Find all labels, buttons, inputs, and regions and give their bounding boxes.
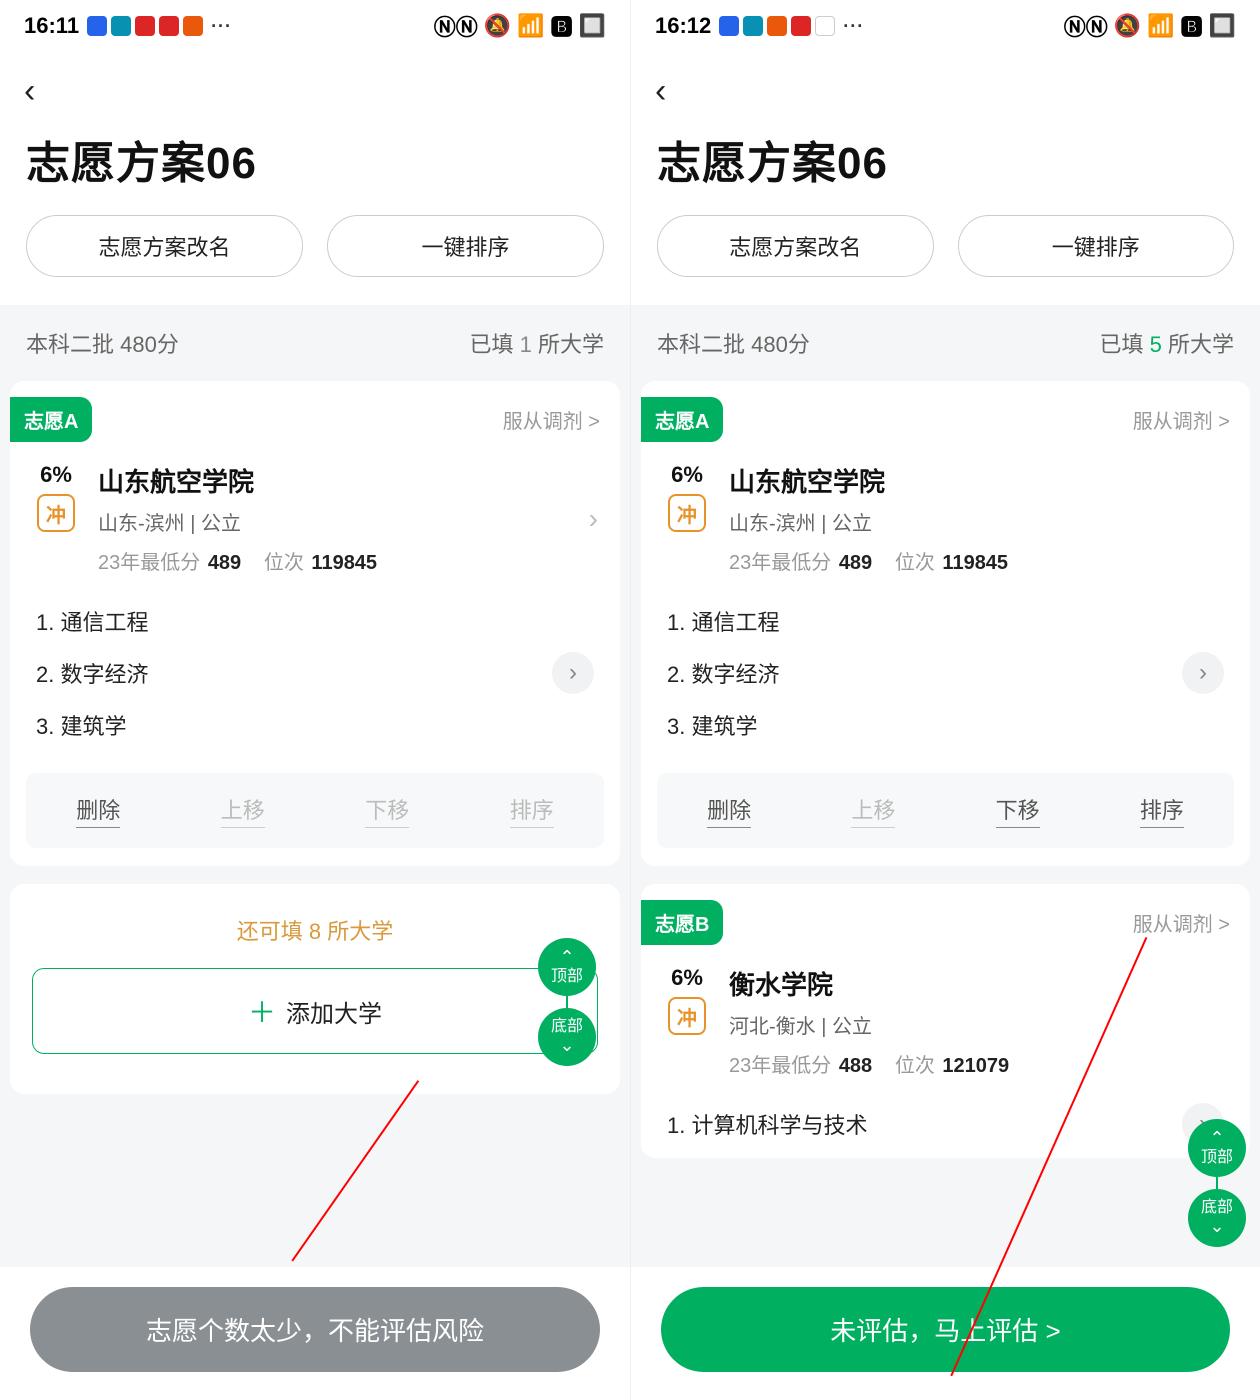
choice-chip: 志愿B xyxy=(641,900,723,945)
back-button[interactable]: ‹ xyxy=(655,72,666,110)
risk-badge: 冲 xyxy=(668,997,706,1035)
action-bar: 删除 上移 下移 排序 xyxy=(657,773,1234,848)
expand-majors-button[interactable]: › xyxy=(1182,652,1224,694)
more-apps: ··· xyxy=(843,16,864,37)
evaluate-button-disabled: 志愿个数太少，不能评估风险 xyxy=(30,1287,600,1372)
major-item: 1. 计算机科学与技术 xyxy=(667,1098,867,1150)
status-time: 16:11 xyxy=(24,13,79,39)
sort-majors-button[interactable]: 排序 xyxy=(510,793,554,828)
choice-chip: 志愿A xyxy=(10,397,92,442)
scroll-top-button[interactable]: ⌃顶部 xyxy=(538,938,596,996)
sort-button[interactable]: 一键排序 xyxy=(958,215,1235,277)
school-sub: 河北-衡水 | 公立 xyxy=(729,1010,1228,1039)
school-name: 山东航空学院 xyxy=(98,462,571,499)
probability: 6% xyxy=(671,965,703,991)
plus-icon: ＋ xyxy=(248,991,276,1031)
status-bar: 16:11 ··· ⓃⓃ🔕📶🅱🔲 xyxy=(0,0,630,48)
scroll-bottom-button[interactable]: 底部⌄ xyxy=(538,1008,596,1066)
app-icons xyxy=(87,16,203,36)
phone-right: 16:12 ··· ⓃⓃ🔕📶🅱🔲 ‹ 志愿方案06 志愿方案改名 一键排序 本科… xyxy=(630,0,1260,1400)
major-list: 1. 通信工程 2. 数字经济 › 3. 建筑学 xyxy=(10,583,620,755)
add-university-button[interactable]: ＋ 添加大学 xyxy=(32,968,598,1054)
adjust-link[interactable]: 服从调剂 > xyxy=(1133,908,1230,937)
evaluate-button[interactable]: 未评估，马上评估 > xyxy=(661,1287,1230,1372)
major-item: 3. 建筑学 xyxy=(667,699,1224,751)
filled-count: 已填 5 所大学 xyxy=(1100,327,1235,359)
add-label: 添加大学 xyxy=(286,994,382,1029)
chevron-right-icon: › xyxy=(589,503,598,535)
add-hint: 还可填 8 所大学 xyxy=(32,914,598,946)
major-list: 1. 计算机科学与技术 › xyxy=(641,1086,1250,1154)
school-sub: 山东-滨州 | 公立 xyxy=(98,507,571,536)
move-down-button[interactable]: 下移 xyxy=(996,793,1040,828)
adjust-link[interactable]: 服从调剂 > xyxy=(1133,405,1230,434)
sort-button[interactable]: 一键排序 xyxy=(327,215,604,277)
adjust-link[interactable]: 服从调剂 > xyxy=(503,405,600,434)
phone-left: 16:11 ··· ⓃⓃ🔕📶🅱🔲 ‹ 志愿方案06 志愿方案改名 一键排序 本科… xyxy=(0,0,630,1400)
batch-bar: 本科二批 480分 已填 1 所大学 xyxy=(0,305,630,381)
choice-card-a: 志愿A 服从调剂 > 6% 冲 山东航空学院 山东-滨州 | 公立 23年最低分… xyxy=(10,381,620,866)
batch-bar: 本科二批 480分 已填 5 所大学 xyxy=(631,305,1260,381)
score-line: 23年最低分 488 位次 121079 xyxy=(729,1049,1228,1078)
add-card: 还可填 8 所大学 ＋ 添加大学 ⌃顶部 底部⌄ xyxy=(10,884,620,1094)
scroll-bottom-button[interactable]: 底部⌄ xyxy=(1188,1189,1246,1247)
status-icons: ⓃⓃ🔕📶🅱🔲 xyxy=(1064,10,1236,42)
choice-card-b: 志愿B 服从调剂 > 6% 冲 衡水学院 河北-衡水 | 公立 23年最低分 4… xyxy=(641,884,1250,1158)
status-icons: ⓃⓃ🔕📶🅱🔲 xyxy=(434,10,606,42)
more-apps: ··· xyxy=(211,16,232,37)
risk-badge: 冲 xyxy=(37,494,75,532)
school-sub: 山东-滨州 | 公立 xyxy=(729,507,1228,536)
major-item: 2. 数字经济 xyxy=(36,647,148,699)
status-bar: 16:12 ··· ⓃⓃ🔕📶🅱🔲 xyxy=(631,0,1260,48)
delete-button[interactable]: 删除 xyxy=(76,793,120,828)
rename-button[interactable]: 志愿方案改名 xyxy=(26,215,303,277)
back-button[interactable]: ‹ xyxy=(24,72,35,110)
score-line: 23年最低分 489 位次 119845 xyxy=(98,546,571,575)
scroll-top-button[interactable]: ⌃顶部 xyxy=(1188,1119,1246,1177)
batch-info: 本科二批 480分 xyxy=(26,327,179,359)
app-icons xyxy=(719,16,835,36)
choice-chip: 志愿A xyxy=(641,397,723,442)
filled-count: 已填 1 所大学 xyxy=(470,327,605,359)
expand-majors-button[interactable]: › xyxy=(552,652,594,694)
status-time: 16:12 xyxy=(655,13,711,39)
school-row[interactable]: 6% 冲 山东航空学院 山东-滨州 | 公立 23年最低分 489 位次 119… xyxy=(641,452,1250,583)
major-item: 1. 通信工程 xyxy=(667,595,1224,647)
rename-button[interactable]: 志愿方案改名 xyxy=(657,215,934,277)
school-name: 山东航空学院 xyxy=(729,462,1228,499)
major-list: 1. 通信工程 2. 数字经济 › 3. 建筑学 xyxy=(641,583,1250,755)
school-row[interactable]: 6% 冲 山东航空学院 山东-滨州 | 公立 23年最低分 489 位次 119… xyxy=(10,452,620,583)
major-item: 3. 建筑学 xyxy=(36,699,594,751)
score-line: 23年最低分 489 位次 119845 xyxy=(729,546,1228,575)
school-name: 衡水学院 xyxy=(729,965,1228,1002)
page-title: 志愿方案06 xyxy=(26,127,604,191)
move-up-button[interactable]: 上移 xyxy=(851,793,895,828)
move-up-button[interactable]: 上移 xyxy=(221,793,265,828)
delete-button[interactable]: 删除 xyxy=(707,793,751,828)
major-item: 1. 通信工程 xyxy=(36,595,594,647)
risk-badge: 冲 xyxy=(668,494,706,532)
action-bar: 删除 上移 下移 排序 xyxy=(26,773,604,848)
probability: 6% xyxy=(40,462,72,488)
major-item: 2. 数字经济 xyxy=(667,647,779,699)
choice-card-a: 志愿A 服从调剂 > 6% 冲 山东航空学院 山东-滨州 | 公立 23年最低分… xyxy=(641,381,1250,866)
school-row[interactable]: 6% 冲 衡水学院 河北-衡水 | 公立 23年最低分 488 位次 12107… xyxy=(641,955,1250,1086)
sort-majors-button[interactable]: 排序 xyxy=(1140,793,1184,828)
page-title: 志愿方案06 xyxy=(657,127,1234,191)
move-down-button[interactable]: 下移 xyxy=(365,793,409,828)
batch-info: 本科二批 480分 xyxy=(657,327,810,359)
probability: 6% xyxy=(671,462,703,488)
